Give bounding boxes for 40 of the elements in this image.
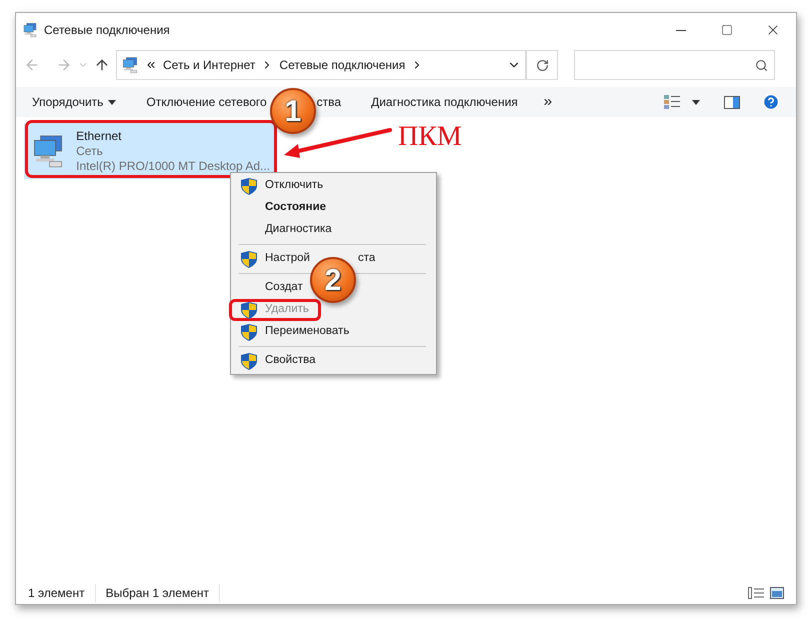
menu-item[interactable]: Диагностика [241,219,332,241]
connection-name: Ethernet [76,128,123,144]
connection-item[interactable]: Ethernet Сеть Intel(R) PRO/1000 MT Desktop Ad... [24,123,276,179]
network-icon [22,22,38,38]
shield-icon [241,250,257,268]
address-bar[interactable]: Сеть и Интернет Сетевые подключения [116,50,526,80]
preview-pane-icon[interactable] [724,96,740,108]
help-icon[interactable] [762,93,780,111]
status-text: Выбран 1 элемент [106,584,220,602]
shield-icon [241,178,257,194]
shield-icon [241,324,257,340]
menu-item[interactable]: Переименовать [241,321,350,343]
window-title: Сетевые подключения [44,22,170,39]
chevrons-left-icon [145,59,157,71]
shield-icon [241,352,257,370]
annotation-label: ПКМ [398,120,462,154]
menu-item[interactable]: Состояние [241,197,326,219]
toolbar-button[interactable]: Упорядочить [32,93,116,111]
search-icon [755,58,768,72]
view-options-icon[interactable] [664,95,680,109]
network-icon [121,56,139,74]
details-view-icon[interactable] [748,587,764,599]
status-text: 1 элемент [28,584,96,602]
adapter-name: Intel(R) PRO/1000 MT Desktop Ad... [76,158,270,174]
dropdown-icon [108,100,116,104]
breadcrumb[interactable]: Сеть и Интернет [163,56,256,74]
more-icon[interactable] [542,96,554,108]
breadcrumb[interactable]: Сетевые подключения [279,56,406,74]
menu-item[interactable]: Создат [241,277,303,299]
refresh-icon [536,58,548,72]
refresh-button[interactable] [526,50,558,80]
connection-type: Сеть [76,144,104,158]
up-icon[interactable] [94,57,110,73]
search-field[interactable] [574,50,775,80]
shield-icon [241,302,257,318]
menu-item[interactable]: Свойства [241,350,316,372]
tiles-view-icon[interactable] [770,587,784,599]
dropdown-icon[interactable] [692,100,700,104]
maximize-icon [721,24,733,36]
toolbar-button[interactable]: Диагностика подключения [371,93,518,111]
